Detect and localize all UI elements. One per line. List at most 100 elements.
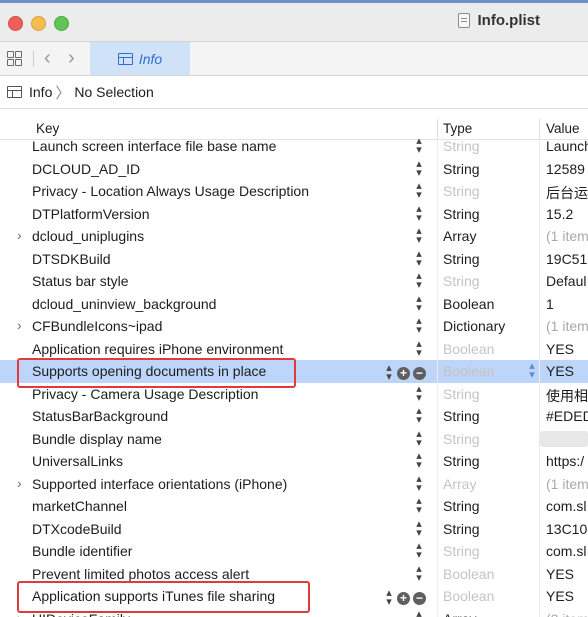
row-type[interactable]: String (443, 453, 480, 469)
type-stepper-icon[interactable]: ▴▾ (414, 563, 424, 583)
column-header-key[interactable]: Key (36, 121, 59, 136)
row-value[interactable]: (1 item (546, 318, 588, 334)
breadcrumb-current[interactable]: No Selection (74, 84, 153, 100)
type-stepper-icon[interactable]: ▴▾ (414, 203, 424, 223)
row-value[interactable]: 后台运 (546, 183, 588, 203)
value-stepper-icon[interactable]: ▴ ▾ (527, 361, 537, 381)
table-row[interactable]: UniversalLinks ▴ ▾ String https:/ (0, 450, 588, 473)
row-type[interactable]: Array (443, 228, 476, 244)
table-row[interactable]: marketChannel ▴ ▾ String com.sl (0, 495, 588, 518)
row-type[interactable]: Boolean (443, 588, 494, 604)
row-value[interactable]: YES (546, 363, 574, 379)
type-stepper-icon[interactable]: ▴▾ (414, 451, 424, 471)
row-key[interactable]: Application requires iPhone environment (32, 341, 283, 357)
column-header-type[interactable]: Type (443, 121, 472, 136)
row-value[interactable]: (1 item (546, 476, 588, 492)
row-type[interactable]: String (443, 206, 480, 222)
row-key[interactable]: DTSDKBuild (32, 251, 111, 267)
row-value[interactable]: #EDED (546, 408, 588, 424)
row-key[interactable]: DTXcodeBuild (32, 521, 122, 537)
disclosure-triangle-icon[interactable]: › (17, 317, 22, 333)
type-stepper-icon[interactable]: ▴▾ (414, 338, 424, 358)
zoom-window-button[interactable] (54, 16, 69, 31)
row-value[interactable]: 使用相 (546, 386, 588, 406)
table-row[interactable]: Bundle display name ▴ ▾ String (0, 428, 588, 451)
row-value[interactable]: 13C10 (546, 521, 587, 537)
table-row[interactable]: › Supported interface orientations (iPhon… (0, 473, 588, 496)
minimize-window-button[interactable] (31, 16, 46, 31)
row-value[interactable]: (1 item (546, 228, 588, 244)
table-row[interactable]: DCLOUD_AD_ID ▴ ▾ String 12589 (0, 158, 588, 181)
row-type[interactable]: String (443, 183, 480, 199)
row-value[interactable]: YES (546, 341, 574, 357)
disclosure-triangle-icon[interactable]: › (17, 475, 22, 491)
row-value[interactable]: 15.2 (546, 206, 573, 222)
type-stepper-icon[interactable]: ▴▾ (414, 139, 424, 156)
remove-row-icon[interactable]: − (413, 591, 426, 605)
table-row[interactable]: Application requires iPhone environment ▴… (0, 338, 588, 361)
table-row[interactable]: DTXcodeBuild ▴ ▾ String 13C10 (0, 518, 588, 541)
table-row[interactable]: Status bar style ▴ ▾ String Defaul (0, 270, 588, 293)
row-type[interactable]: Boolean (443, 341, 494, 357)
row-key[interactable]: Bundle identifier (32, 543, 132, 559)
disclosure-triangle-icon[interactable]: › (17, 227, 22, 243)
row-value[interactable]: 1 (546, 296, 554, 312)
type-stepper-icon[interactable]: ▴▾ (414, 271, 424, 291)
row-key[interactable]: Status bar style (32, 273, 129, 289)
table-row[interactable]: › CFBundleIcons~ipad ▴ ▾ Dictionary (1 item (0, 315, 588, 338)
row-type[interactable]: String (443, 543, 480, 559)
breadcrumb-root[interactable]: Info (29, 84, 52, 100)
row-type[interactable]: String (443, 139, 480, 154)
row-type[interactable]: Boolean (443, 566, 494, 582)
row-type[interactable]: String (443, 431, 480, 447)
row-type[interactable]: Array (443, 476, 476, 492)
back-chevron-icon[interactable]: ‹ (44, 48, 51, 68)
row-type[interactable]: String (443, 161, 480, 177)
row-type[interactable]: Dictionary (443, 318, 505, 334)
row-type[interactable]: Boolean (443, 363, 494, 379)
row-type[interactable]: String (443, 251, 480, 267)
row-key[interactable]: DCLOUD_AD_ID (32, 161, 140, 177)
table-row[interactable]: dcloud_uninview_background ▴ ▾ Boolean 1 (0, 293, 588, 316)
type-stepper-icon[interactable]: ▴▾ (414, 248, 424, 268)
type-stepper-icon[interactable]: ▴▾ (414, 226, 424, 246)
row-type[interactable]: String (443, 498, 480, 514)
row-value[interactable]: YES (546, 566, 574, 582)
row-value[interactable]: com.sl (546, 498, 586, 514)
row-key[interactable]: dcloud_uninview_background (32, 296, 216, 312)
row-value[interactable]: com.sl (546, 543, 586, 559)
row-type[interactable]: String (443, 273, 480, 289)
row-value[interactable]: 19C51 (546, 251, 587, 267)
table-row[interactable]: Privacy - Location Always Usage Descript… (0, 180, 588, 203)
type-stepper-icon[interactable]: ▴▾ (414, 181, 424, 201)
row-key[interactable]: Launch screen interface file base name (32, 139, 276, 154)
table-row[interactable]: DTPlatformVersion ▴ ▾ String 15.2 (0, 203, 588, 226)
type-stepper-icon[interactable]: ▴▾ (414, 496, 424, 516)
row-value[interactable]: https:/ (546, 453, 584, 469)
table-row[interactable]: DTSDKBuild ▴ ▾ String 19C51 (0, 248, 588, 271)
type-stepper-icon[interactable]: ▴▾ (414, 293, 424, 313)
row-key[interactable]: marketChannel (32, 498, 127, 514)
row-type[interactable]: Array (443, 611, 476, 617)
table-row[interactable]: › dcloud_uniplugins ▴ ▾ Array (1 item (0, 225, 588, 248)
row-type[interactable]: Boolean (443, 296, 494, 312)
type-stepper-icon[interactable]: ▴▾ (414, 608, 424, 617)
row-type[interactable]: String (443, 408, 480, 424)
row-value[interactable]: YES (546, 588, 574, 604)
add-row-icon[interactable]: + (397, 366, 410, 380)
row-key[interactable]: StatusBarBackground (32, 408, 168, 424)
row-type[interactable]: String (443, 521, 480, 537)
column-divider[interactable] (539, 119, 540, 139)
type-stepper-icon[interactable]: ▴▾ (414, 406, 424, 426)
related-items-grid-icon[interactable] (7, 51, 22, 66)
row-key[interactable]: UniversalLinks (32, 453, 123, 469)
type-stepper-icon[interactable]: ▴▾ (414, 158, 424, 178)
type-stepper-icon[interactable]: ▴▾ (414, 518, 424, 538)
type-stepper-icon[interactable]: ▴▾ (414, 541, 424, 561)
column-divider[interactable] (437, 119, 438, 139)
row-key[interactable]: dcloud_uniplugins (32, 228, 144, 244)
row-key[interactable]: Privacy - Location Always Usage Descript… (32, 183, 309, 199)
key-stepper-icon[interactable]: ▴ ▾ (384, 363, 394, 383)
row-value[interactable]: Defaul (546, 273, 586, 289)
remove-row-icon[interactable]: − (413, 366, 426, 380)
